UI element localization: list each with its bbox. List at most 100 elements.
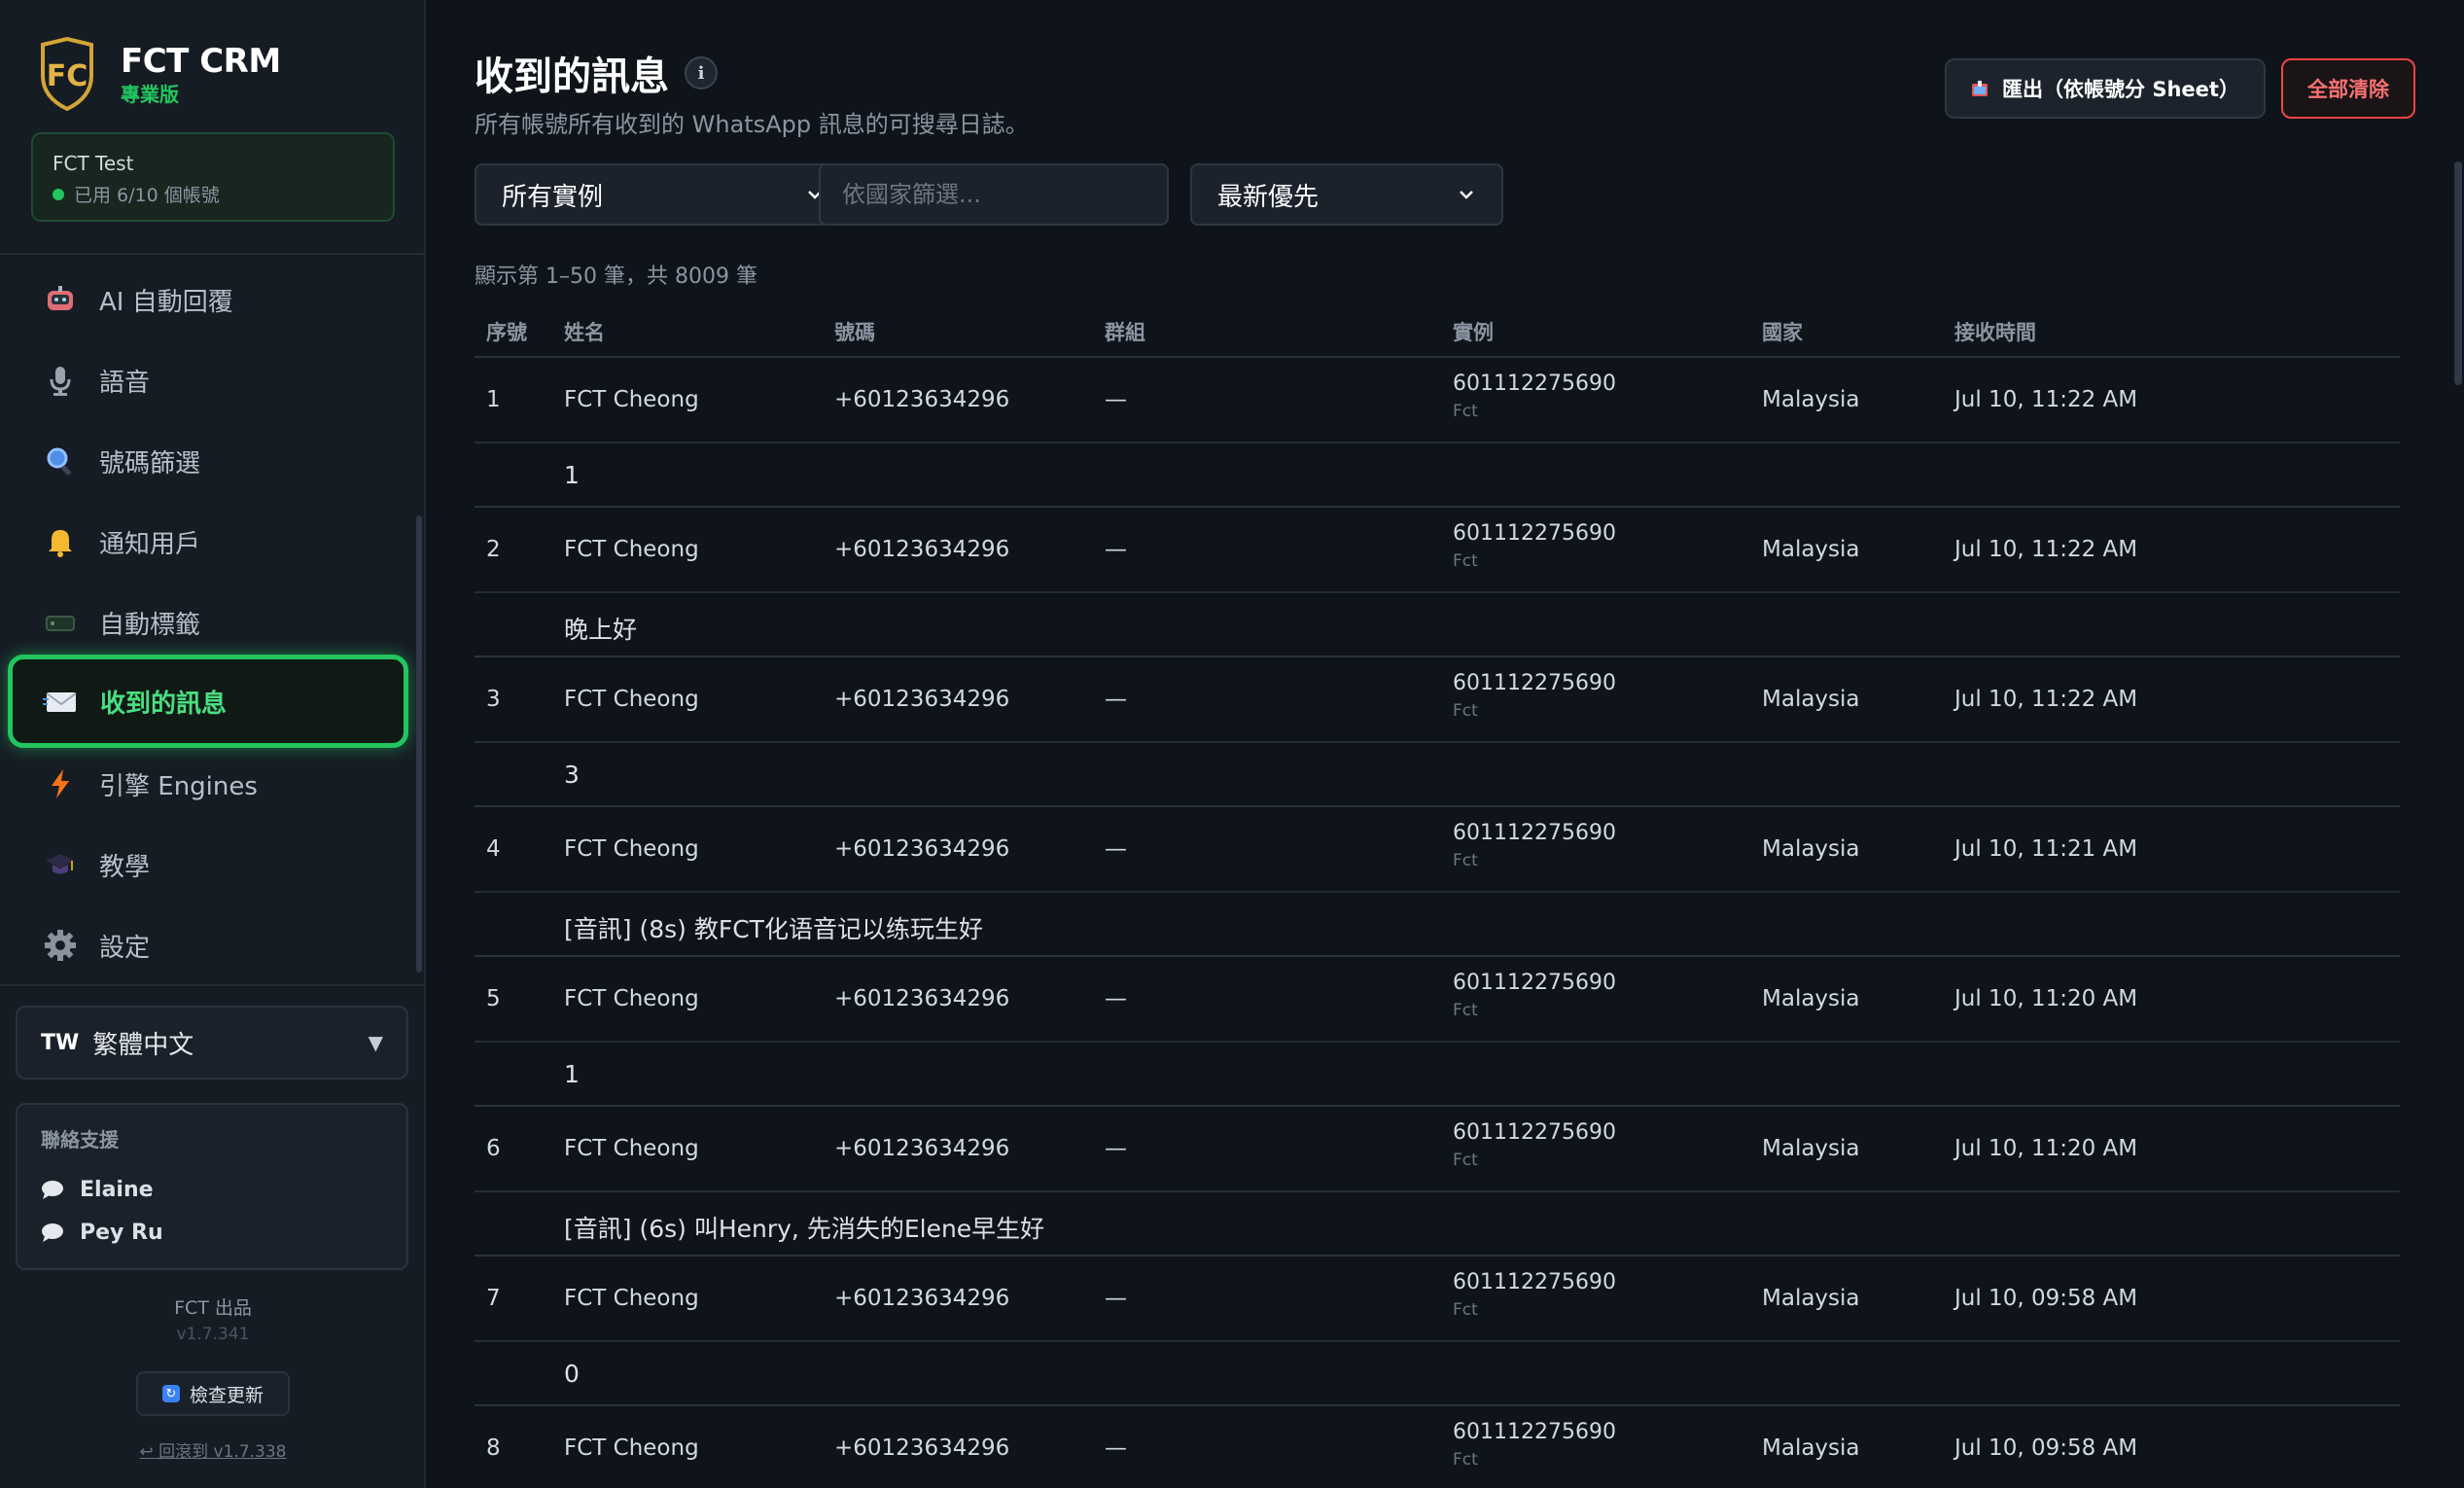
cell-instance: 601112275690 Fct: [1453, 372, 1616, 421]
cell-name: FCT Cheong: [564, 537, 699, 562]
page-title: 收到的訊息 i: [475, 45, 718, 101]
instance-label: Fct: [1453, 851, 1478, 870]
cell-name: FCT Cheong: [564, 1136, 699, 1161]
export-button[interactable]: 匯出（依帳號分 Sheet）: [1945, 58, 2266, 119]
table-row[interactable]: 7 FCT Cheong +60123634296 — Malaysia Jul 10, …: [475, 1257, 2400, 1342]
check-update-button[interactable]: ↻ 檢查更新: [136, 1371, 290, 1416]
support-box: 聯絡支援 Elaine Pey Ru: [16, 1103, 408, 1270]
message-row: 0: [475, 1342, 2400, 1406]
instance-number: 601112275690: [1453, 372, 1616, 396]
microphone-icon: [41, 361, 80, 400]
message-text: 1: [564, 1060, 580, 1088]
main-content: 收到的訊息 i 所有帳號所有收到的 WhatsApp 訊息的可搜尋日誌。 匯出（…: [426, 0, 2464, 1488]
instance-label: Fct: [1453, 1300, 1478, 1320]
sidebar-item-engines[interactable]: 引擎 Engines: [21, 747, 406, 821]
sidebar-item-ai-auto-reply[interactable]: AI 自動回覆: [21, 263, 406, 337]
cell-phone: +60123634296: [834, 836, 1010, 862]
table-body: 1 FCT Cheong +60123634296 — Malaysia Jul 10, …: [475, 358, 2400, 1488]
cell-no: 1: [486, 387, 501, 412]
country-filter-input[interactable]: [819, 163, 1169, 226]
cell-phone: +60123634296: [834, 387, 1010, 412]
instance-number: 601112275690: [1453, 1120, 1616, 1145]
sidebar-item-notify-users[interactable]: 通知用戶: [21, 505, 406, 579]
sidebar-item-number-filter[interactable]: 號碼篩選: [21, 424, 406, 498]
column-header-name[interactable]: 姓名: [564, 317, 605, 346]
svg-text:FC: FC: [47, 59, 88, 93]
table-row[interactable]: 1 FCT Cheong +60123634296 — Malaysia Jul 10, …: [475, 358, 2400, 443]
chat-bubble-icon: [42, 1181, 63, 1199]
cell-name: FCT Cheong: [564, 1286, 699, 1311]
clear-all-button[interactable]: 全部清除: [2281, 58, 2415, 119]
sidebar-item-tutorial[interactable]: 教學: [21, 828, 406, 902]
message-row: [音訊] (6s) 叫Henry, 先消失的Elene早生好: [475, 1192, 2400, 1257]
cell-country: Malaysia: [1762, 1286, 1860, 1311]
column-header-group[interactable]: 群組: [1105, 317, 1145, 346]
robot-icon: [41, 280, 80, 319]
support-contact-elaine[interactable]: Elaine: [41, 1168, 383, 1211]
cell-country: Malaysia: [1762, 1136, 1860, 1161]
cell-time: Jul 10, 11:21 AM: [1954, 836, 2138, 862]
cell-group: —: [1105, 1136, 1127, 1161]
cell-phone: +60123634296: [834, 687, 1010, 712]
table-row[interactable]: 5 FCT Cheong +60123634296 — Malaysia Jul 10, …: [475, 957, 2400, 1043]
cell-time: Jul 10, 09:58 AM: [1954, 1286, 2138, 1311]
refresh-icon: ↻: [161, 1385, 180, 1402]
language-select[interactable]: TW 繁體中文 ▼: [16, 1006, 408, 1080]
result-count: 顯示第 1–50 筆，共 8009 筆: [475, 265, 757, 289]
cell-no: 3: [486, 687, 501, 712]
rollback-link[interactable]: ↩ 回滾到 v1.7.338: [0, 1437, 426, 1462]
table-row[interactable]: 6 FCT Cheong +60123634296 — Malaysia Jul 10, …: [475, 1107, 2400, 1192]
table-row[interactable]: 3 FCT Cheong +60123634296 — Malaysia Jul 10, …: [475, 657, 2400, 743]
column-header-number[interactable]: 號碼: [834, 317, 875, 346]
magnifier-icon: [41, 442, 80, 480]
instance-select[interactable]: 所有實例: [475, 163, 852, 226]
cell-name: FCT Cheong: [564, 1435, 699, 1461]
cell-country: Malaysia: [1762, 1435, 1860, 1461]
sidebar-divider: [0, 253, 426, 255]
cell-instance: 601112275690 Fct: [1453, 671, 1616, 721]
message-text: 晚上好: [564, 616, 638, 644]
cell-name: FCT Cheong: [564, 687, 699, 712]
sidebar-item-auto-tags[interactable]: 自動標籤: [21, 585, 406, 659]
sidebar-scrollbar[interactable]: [416, 515, 422, 973]
column-header-received-time[interactable]: 接收時間: [1954, 317, 2036, 346]
table-row[interactable]: 4 FCT Cheong +60123634296 — Malaysia Jul 10, …: [475, 807, 2400, 893]
bell-icon: [41, 522, 80, 561]
sidebar-item-settings[interactable]: 設定: [21, 908, 406, 982]
message-text: 3: [564, 761, 580, 789]
tag-icon: [41, 603, 80, 642]
sidebar-item-received-messages[interactable]: 收到的訊息: [8, 655, 408, 748]
column-header-instance[interactable]: 實例: [1453, 317, 1494, 346]
cell-country: Malaysia: [1762, 836, 1860, 862]
cell-group: —: [1105, 836, 1127, 862]
table-row[interactable]: 2 FCT Cheong +60123634296 — Malaysia Jul 10, …: [475, 508, 2400, 593]
message-row: [音訊] (8s) 教FCT化语音记以练玩生好: [475, 893, 2400, 957]
brand: FC FCT CRM 專業版: [37, 37, 281, 111]
made-by: FCT 出品: [174, 1297, 252, 1319]
cell-group: —: [1105, 387, 1127, 412]
sort-select[interactable]: 最新優先: [1190, 163, 1503, 226]
cell-instance: 601112275690 Fct: [1453, 1120, 1616, 1170]
column-header-no[interactable]: 序號: [486, 317, 527, 346]
support-contact-pey-ru[interactable]: Pey Ru: [41, 1211, 383, 1254]
sidebar-item-voice[interactable]: 語音: [21, 343, 406, 417]
chat-bubble-icon: [42, 1223, 63, 1242]
cell-phone: +60123634296: [834, 1435, 1010, 1461]
table-row[interactable]: 8 FCT Cheong +60123634296 — Malaysia Jul 10, …: [475, 1406, 2400, 1488]
main-scrollbar[interactable]: [2454, 161, 2462, 385]
cell-time: Jul 10, 09:58 AM: [1954, 1435, 2138, 1461]
table-header: 序號 姓名 號碼 群組 實例 國家 接收時間: [475, 311, 2400, 358]
cell-instance: 601112275690 Fct: [1453, 971, 1616, 1020]
instance-number: 601112275690: [1453, 971, 1616, 995]
sidebar-divider-bottom: [0, 984, 426, 986]
cell-group: —: [1105, 537, 1127, 562]
cell-phone: +60123634296: [834, 1286, 1010, 1311]
account-card[interactable]: FCT Test 已用 6/10 個帳號: [31, 132, 395, 222]
cell-name: FCT Cheong: [564, 836, 699, 862]
instance-label: Fct: [1453, 551, 1478, 571]
info-icon[interactable]: i: [685, 56, 718, 89]
cell-instance: 601112275690 Fct: [1453, 1270, 1616, 1320]
cell-phone: +60123634296: [834, 1136, 1010, 1161]
page-subtitle: 所有帳號所有收到的 WhatsApp 訊息的可搜尋日誌。: [475, 111, 1029, 138]
column-header-country[interactable]: 國家: [1762, 317, 1803, 346]
